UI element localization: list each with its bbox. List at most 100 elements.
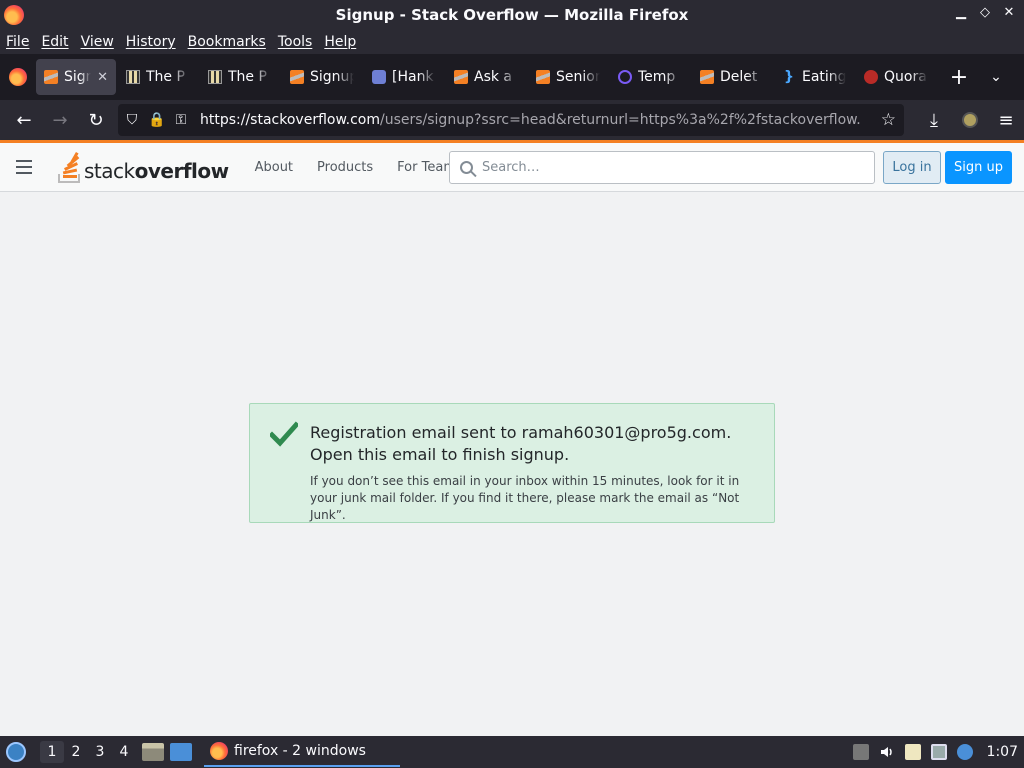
tab-label: Temp: [638, 69, 676, 85]
search-box: [449, 151, 875, 184]
new-tab-button[interactable]: +: [942, 65, 976, 90]
url-text[interactable]: https://stackoverflow.com/users/signup?s…: [200, 112, 864, 128]
firefox-icon: [9, 68, 27, 86]
stackoverflow-icon: [454, 70, 468, 84]
tab-ask[interactable]: Ask a: [446, 59, 526, 95]
url-host: https://stackoverflow.com: [200, 112, 380, 128]
tab-temp[interactable]: Temp: [610, 59, 690, 95]
page-content: Registration email sent to ramah60301@pr…: [0, 192, 1024, 736]
taskbar-firefox-window[interactable]: firefox - 2 windows: [204, 737, 400, 767]
menu-help[interactable]: Help: [324, 34, 356, 50]
stackoverflow-logo[interactable]: stackoverflow: [56, 151, 229, 183]
signup-button[interactable]: Sign up: [945, 151, 1012, 184]
tab-senior[interactable]: Senior: [528, 59, 608, 95]
key-icon[interactable]: ⚿: [168, 112, 194, 128]
start-menu-button[interactable]: [0, 742, 32, 762]
tab-close-icon[interactable]: ✕: [97, 70, 108, 85]
list-tabs-button[interactable]: ⌄: [976, 69, 1016, 85]
show-desktop-icon[interactable]: [170, 743, 192, 761]
tab-quora[interactable]: Quora: [856, 59, 936, 95]
nav-products[interactable]: Products: [305, 154, 385, 181]
so-nav: About Products For Teams: [243, 154, 475, 181]
at-icon: [618, 70, 632, 84]
reload-button[interactable]: ↻: [78, 104, 114, 136]
checkmark-icon: [270, 421, 298, 447]
tab-signup[interactable]: Signup: [282, 59, 362, 95]
firefox-view-button[interactable]: [0, 68, 36, 86]
taskbar: 1 2 3 4 firefox - 2 windows 1:07: [0, 736, 1024, 768]
extension-icon[interactable]: [952, 104, 988, 136]
workspace-4[interactable]: 4: [112, 741, 136, 763]
stackoverflow-icon: [700, 70, 714, 84]
logo-text-bold: overflow: [134, 159, 229, 183]
app-menu-icon[interactable]: ≡: [988, 104, 1024, 136]
quora-icon: [864, 70, 878, 84]
menu-edit[interactable]: Edit: [41, 34, 68, 50]
search-input[interactable]: [482, 160, 862, 175]
maximize-icon[interactable]: ◇: [976, 5, 994, 20]
system-tray: 1:07: [852, 736, 1024, 768]
file-manager-icon[interactable]: [142, 743, 164, 761]
menu-file[interactable]: File: [6, 34, 29, 50]
close-icon[interactable]: ✕: [1000, 5, 1018, 20]
volume-icon[interactable]: [879, 744, 895, 760]
tab-delete[interactable]: Delet: [692, 59, 772, 95]
hamburger-menu-icon[interactable]: [0, 160, 48, 174]
stackoverflow-icon: [44, 70, 58, 84]
notice-headline: Registration email sent to ramah60301@pr…: [310, 423, 732, 464]
tab-label: The P: [228, 69, 267, 85]
so-topbar: stackoverflow About Products For Teams L…: [0, 140, 1024, 192]
menu-view[interactable]: View: [81, 34, 114, 50]
logo-text: stackoverflow: [84, 159, 229, 183]
back-button[interactable]: ←: [6, 104, 42, 136]
workspace-3[interactable]: 3: [88, 741, 112, 763]
window-controls: ▁ ◇ ✕: [952, 5, 1018, 20]
quote-icon: [372, 70, 386, 84]
tab-hank[interactable]: [Hank: [364, 59, 444, 95]
tab-label: The P: [146, 69, 185, 85]
window-titlebar: Signup - Stack Overflow — Mozilla Firefo…: [0, 0, 1024, 30]
film-icon: [126, 70, 140, 84]
download-icon[interactable]: ⤓: [916, 104, 952, 136]
tab-the-p-2[interactable]: The P: [200, 59, 280, 95]
menu-bookmarks[interactable]: Bookmarks: [188, 34, 266, 50]
tab-label: Signup - Stack Overflow: [64, 69, 92, 85]
menu-history[interactable]: History: [126, 34, 176, 50]
shield-icon[interactable]: ⛉: [118, 112, 146, 128]
bookmark-star-icon[interactable]: ☆: [881, 110, 896, 130]
window-title: Signup - Stack Overflow — Mozilla Firefo…: [335, 6, 689, 24]
notification-icon[interactable]: [956, 744, 973, 760]
film-icon: [208, 70, 222, 84]
workspace-1[interactable]: 1: [40, 741, 64, 763]
network-icon[interactable]: [930, 744, 947, 760]
forward-button[interactable]: →: [42, 104, 78, 136]
menubar: File Edit View History Bookmarks Tools H…: [0, 30, 1024, 54]
stackoverflow-icon: [536, 70, 550, 84]
tab-label: Signup: [310, 69, 354, 85]
start-icon: [6, 742, 26, 762]
brace-icon: }: [784, 69, 794, 85]
tab-eating[interactable]: } Eating: [774, 59, 854, 95]
taskbar-window-label: firefox - 2 windows: [234, 743, 366, 759]
menu-tools[interactable]: Tools: [278, 34, 313, 50]
updates-icon[interactable]: [852, 744, 869, 760]
tab-label: Senior: [556, 69, 600, 85]
nav-about[interactable]: About: [243, 154, 305, 181]
login-button[interactable]: Log in: [883, 151, 941, 184]
tab-label: Ask a: [474, 69, 513, 85]
lock-icon[interactable]: 🔒: [146, 112, 168, 128]
workspace-2[interactable]: 2: [64, 741, 88, 763]
tab-the-p-1[interactable]: The P: [118, 59, 198, 95]
tab-label: Delet: [720, 69, 758, 85]
search-icon: [450, 161, 482, 174]
minimize-icon[interactable]: ▁: [952, 5, 970, 20]
tab-signup-active[interactable]: Signup - Stack Overflow ✕: [36, 59, 116, 95]
clipboard-icon[interactable]: [904, 744, 921, 760]
clock: 1:07: [986, 744, 1018, 760]
stackoverflow-icon: [290, 70, 304, 84]
firefox-icon: [210, 742, 228, 760]
tab-label: Quora: [884, 69, 927, 85]
firefox-icon: [4, 5, 24, 25]
url-bar[interactable]: ⛉ 🔒 ⚿ https://stackoverflow.com/users/si…: [118, 104, 904, 136]
toolbar-right: ⤓ ≡: [916, 104, 1024, 136]
